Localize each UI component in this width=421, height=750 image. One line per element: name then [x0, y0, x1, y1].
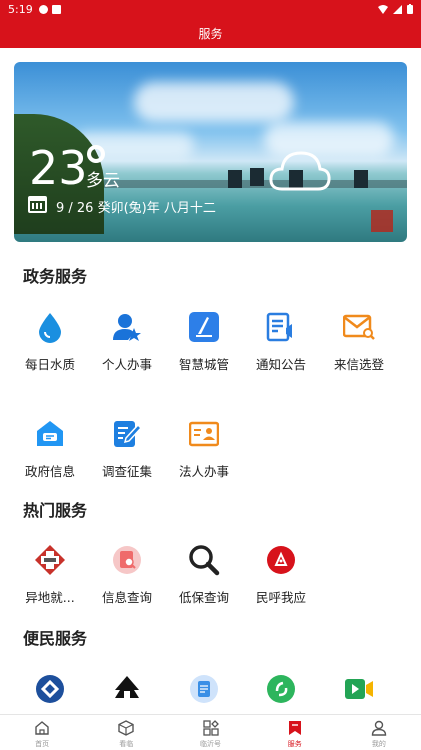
notification-icon — [51, 4, 61, 14]
status-time: 5:19 — [8, 2, 33, 16]
tab-label: 服务 — [287, 740, 302, 748]
hot-item-label: 民呼我应 — [255, 590, 306, 605]
green-circle-icon — [264, 672, 298, 706]
info-query-icon — [110, 543, 144, 577]
apps-grid-icon — [201, 718, 221, 738]
gov-item-smart-city[interactable]: 智慧城管 — [167, 310, 241, 373]
bookmark-icon — [285, 718, 305, 738]
notice-icon — [264, 310, 298, 344]
tab-label: 首页 — [35, 740, 50, 748]
boat-scenery — [250, 168, 264, 186]
hot-item-label: 信息查询 — [101, 590, 152, 605]
people-item-bank[interactable] — [13, 672, 87, 706]
citizen-call-icon — [264, 543, 298, 577]
page-title: 服务 — [198, 26, 223, 41]
hot-item-subsidy-query[interactable]: 低保查询 — [167, 543, 241, 606]
document-icon — [187, 672, 221, 706]
tab-service[interactable]: 服务 — [253, 715, 337, 750]
video-play-icon — [342, 672, 376, 706]
tab-mine[interactable]: 我的 — [337, 715, 421, 750]
calendar-icon — [28, 196, 47, 213]
people-item-document[interactable] — [167, 672, 241, 706]
bottom-tab-bar: 首页 看临 临沂号 服务 我的 — [0, 714, 421, 750]
hot-item-label: 低保查询 — [178, 590, 229, 605]
gov-item-legal-affairs[interactable]: 法人办事 — [167, 417, 241, 480]
people-item-green-service[interactable] — [244, 672, 318, 706]
water-drop-icon — [33, 310, 67, 344]
date-text: 9 / 26 癸卯(兔)年 八月十二 — [56, 201, 216, 216]
gov-item-survey[interactable]: 调查征集 — [90, 417, 164, 480]
gov-item-water-quality[interactable]: 每日水质 — [13, 310, 87, 373]
battery-icon — [407, 4, 413, 14]
hot-item-citizen-response[interactable]: 民呼我应 — [244, 543, 318, 606]
survey-edit-icon — [110, 417, 144, 451]
gov-item-label: 法人办事 — [178, 464, 229, 479]
section-title-hot: 热门服务 — [23, 501, 88, 520]
hot-item-label: 异地就... — [25, 590, 75, 605]
gov-item-label: 政府信息 — [24, 464, 75, 479]
gov-item-personal-affairs[interactable]: 个人办事 — [90, 310, 164, 373]
gov-item-label: 通知公告 — [255, 357, 306, 372]
weather-condition: 多云 — [86, 171, 120, 191]
house-tree-icon — [110, 672, 144, 706]
mail-search-icon — [342, 310, 376, 344]
people-item-housing[interactable] — [90, 672, 164, 706]
temperature: 23 — [29, 141, 88, 195]
hot-item-info-query[interactable]: 信息查询 — [90, 543, 164, 606]
section-title-gov: 政务服务 — [23, 267, 88, 286]
hot-item-medical[interactable]: 异地就... — [13, 543, 87, 606]
person-star-icon — [110, 310, 144, 344]
status-bar: 5:19 — [0, 0, 421, 18]
gov-item-label: 来信选登 — [333, 357, 384, 372]
cube-icon — [116, 718, 136, 738]
boat-scenery — [228, 170, 242, 188]
tab-linyi-account[interactable]: 临沂号 — [168, 715, 252, 750]
gov-item-gov-info[interactable]: 政府信息 — [13, 417, 87, 480]
gov-item-label: 智慧城管 — [178, 357, 229, 372]
signal-icon — [393, 4, 402, 14]
bank-logo-icon — [33, 672, 67, 706]
home-icon — [32, 718, 52, 738]
gov-item-label: 调查征集 — [101, 464, 152, 479]
user-icon — [369, 718, 389, 738]
gov-item-notice[interactable]: 通知公告 — [244, 310, 318, 373]
tab-label: 看临 — [119, 740, 134, 748]
gov-item-label: 每日水质 — [24, 357, 75, 372]
section-title-people: 便民服务 — [23, 629, 88, 648]
cloud-icon — [269, 151, 331, 191]
sky-cloud — [134, 82, 294, 122]
tab-watch[interactable]: 看临 — [84, 715, 168, 750]
tab-label: 我的 — [371, 740, 386, 748]
wifi-icon — [378, 4, 388, 14]
title-bar: 服务 — [0, 18, 421, 48]
tab-label: 临沂号 — [200, 740, 221, 748]
medical-cross-icon — [33, 543, 67, 577]
id-card-icon — [187, 417, 221, 451]
gov-item-letters[interactable]: 来信选登 — [322, 310, 396, 373]
magnifier-icon — [187, 543, 221, 577]
people-item-video[interactable] — [322, 672, 396, 706]
smart-city-icon — [187, 310, 221, 344]
alert-icon — [38, 4, 48, 14]
seal-stamp — [371, 210, 393, 232]
tab-home[interactable]: 首页 — [0, 715, 84, 750]
gov-item-label: 个人办事 — [101, 357, 152, 372]
boat-scenery — [354, 170, 368, 188]
gov-info-icon — [33, 417, 67, 451]
degree-icon — [87, 145, 105, 163]
